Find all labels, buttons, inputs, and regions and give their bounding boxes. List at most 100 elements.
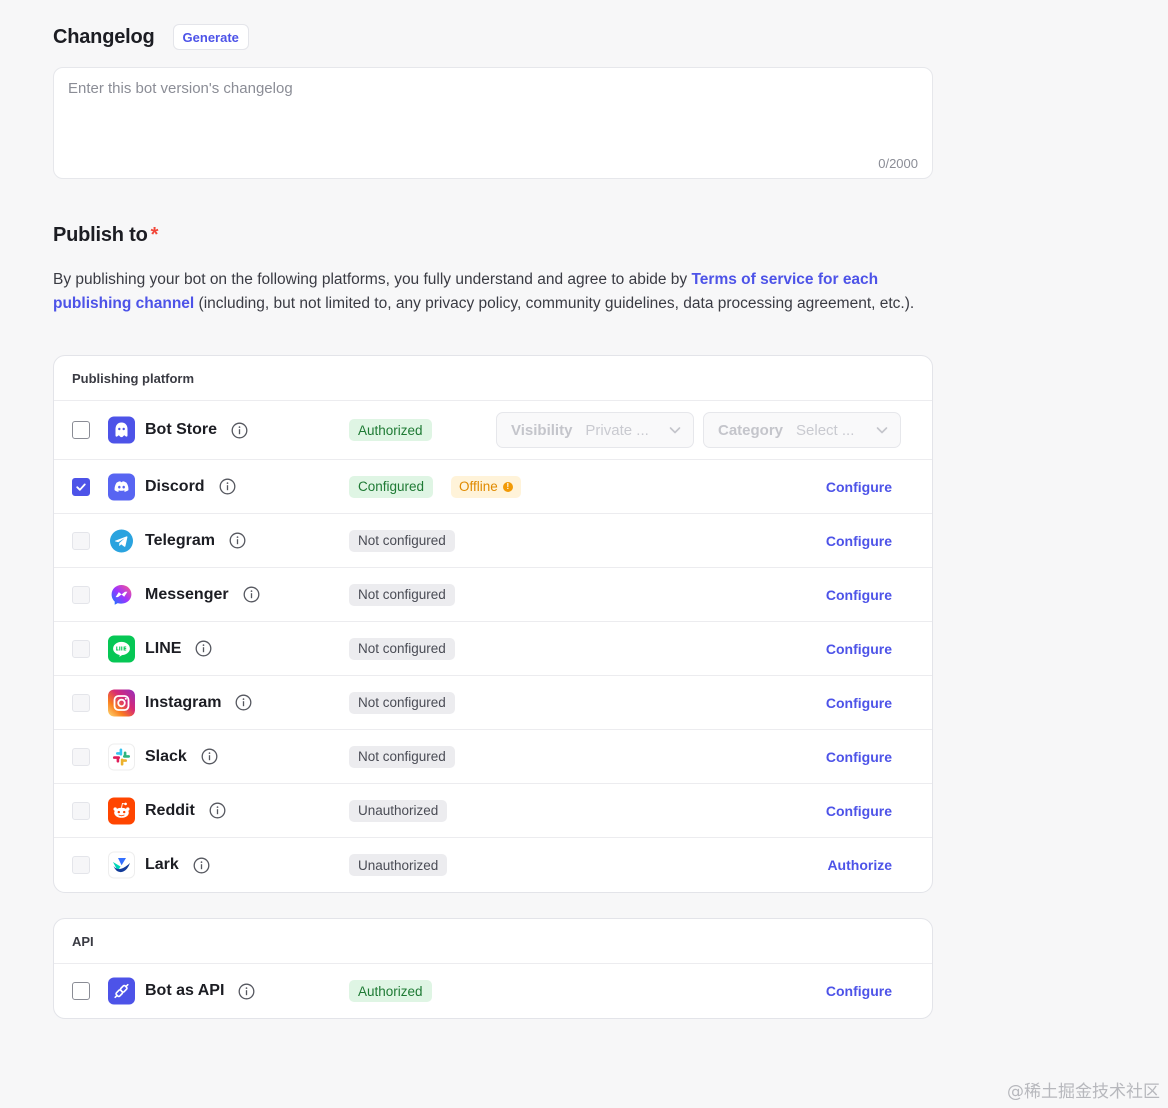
reddit-status-badge: Unauthorized — [349, 799, 448, 822]
api-header: API — [54, 919, 932, 964]
line-status-badge: Not configured — [349, 637, 455, 660]
platform-row-discord: Discord Configured Offline ! Configure — [54, 460, 932, 514]
bot-as-api-checkbox[interactable] — [72, 982, 90, 1000]
reddit-checkbox[interactable] — [72, 801, 90, 820]
visibility-label: Visibility — [511, 421, 573, 439]
info-icon[interactable] — [243, 586, 260, 603]
instagram-status-badge: Not configured — [349, 691, 455, 714]
chevron-down-icon — [876, 427, 888, 434]
messenger-name: Messenger — [145, 586, 260, 604]
changelog-placeholder: Enter this bot version's changelog — [68, 80, 293, 97]
desc-text-post: (including, but not limited to, any priv… — [194, 295, 915, 312]
bot-store-label: Bot Store — [145, 421, 217, 438]
checkmark-icon — [76, 483, 86, 491]
discord-configure-button[interactable]: Configure — [826, 479, 892, 495]
line-name: LINE — [145, 640, 212, 658]
platform-row-reddit: Reddit Unauthorized Configure — [54, 784, 932, 838]
chevron-down-icon — [669, 427, 681, 434]
bot-as-api-name: Bot as API — [145, 982, 255, 1000]
required-mark: * — [150, 224, 159, 246]
bot-as-api-status-badge: Authorized — [349, 980, 432, 1002]
category-label: Category — [718, 421, 784, 439]
platform-row-lark: Lark Unauthorized Authorize — [54, 838, 932, 892]
telegram-label: Telegram — [145, 531, 215, 549]
info-icon[interactable] — [193, 857, 210, 874]
lark-status-badge: Unauthorized — [349, 854, 448, 876]
category-value: Select ... — [796, 421, 855, 439]
slack-logo-icon — [108, 743, 135, 770]
reddit-configure-button[interactable]: Configure — [826, 803, 892, 819]
info-icon[interactable] — [231, 422, 248, 439]
platform-row-bot-as-api: Bot as API Authorized Configure — [54, 964, 932, 1018]
info-icon[interactable] — [219, 478, 236, 495]
bot-as-api-label: Bot as API — [145, 982, 225, 999]
slack-configure-button[interactable]: Configure — [826, 749, 892, 765]
instagram-configure-button[interactable]: Configure — [826, 695, 892, 711]
telegram-checkbox[interactable] — [72, 531, 90, 550]
publish-description: By publishing your bot on the following … — [53, 268, 923, 316]
lark-checkbox[interactable] — [72, 856, 90, 874]
platform-row-messenger: Messenger Not configured Configure — [54, 568, 932, 622]
telegram-logo-icon — [108, 527, 135, 554]
messenger-logo-icon — [108, 581, 135, 608]
line-logo-icon — [108, 635, 135, 662]
discord-status-badge: Configured — [349, 475, 434, 498]
slack-checkbox[interactable] — [72, 747, 90, 766]
discord-offline-badge: Offline ! — [451, 475, 521, 498]
bot-store-name: Bot Store — [145, 421, 248, 439]
changelog-header: Changelog Generate — [53, 24, 249, 50]
slack-label: Slack — [145, 747, 187, 765]
watermark: @稀土掘金技术社区 — [1007, 1082, 1160, 1102]
bot-as-api-configure-button[interactable]: Configure — [826, 983, 892, 999]
platform-row-telegram: Telegram Not configured Configure — [54, 514, 932, 568]
publishing-platform-header: Publishing platform — [54, 356, 932, 401]
slack-name: Slack — [145, 748, 218, 766]
publish-title: Publish to * — [53, 224, 158, 247]
info-icon[interactable] — [238, 983, 255, 1000]
platform-row-slack: Slack Not configured Configure — [54, 730, 932, 784]
instagram-name: Instagram — [145, 694, 252, 712]
messenger-status-badge: Not configured — [349, 583, 455, 606]
platform-row-line: LINE Not configured Configure — [54, 622, 932, 676]
telegram-status-badge: Not configured — [349, 529, 455, 552]
instagram-label: Instagram — [145, 693, 222, 711]
changelog-char-counter: 0/2000 — [878, 156, 918, 171]
lark-authorize-button[interactable]: Authorize — [827, 857, 892, 873]
publishing-platform-card: Publishing platform Bot Store Authorized… — [53, 355, 933, 893]
discord-label: Discord — [145, 477, 205, 495]
generate-button[interactable]: Generate — [172, 24, 249, 50]
messenger-configure-button[interactable]: Configure — [826, 587, 892, 603]
line-configure-button[interactable]: Configure — [826, 641, 892, 657]
desc-text-pre: By publishing your bot on the following … — [53, 271, 692, 288]
bot-store-checkbox[interactable] — [72, 421, 90, 439]
messenger-label: Messenger — [145, 585, 229, 603]
info-icon[interactable] — [201, 748, 218, 765]
info-icon[interactable] — [195, 640, 212, 657]
visibility-value: Private ... — [585, 421, 649, 439]
reddit-logo-icon — [108, 797, 135, 824]
lark-name: Lark — [145, 856, 210, 874]
bot-store-status-badge: Authorized — [349, 419, 432, 441]
info-icon[interactable] — [229, 532, 246, 549]
info-icon[interactable] — [235, 694, 252, 711]
instagram-checkbox[interactable] — [72, 693, 90, 712]
reddit-label: Reddit — [145, 801, 195, 819]
messenger-checkbox[interactable] — [72, 585, 90, 604]
lark-label: Lark — [145, 856, 179, 873]
discord-name: Discord — [145, 478, 236, 496]
platform-row-bot-store: Bot Store Authorized Visibility Private … — [54, 401, 932, 460]
warning-icon: ! — [502, 481, 513, 492]
offline-label: Offline — [459, 479, 498, 494]
line-checkbox[interactable] — [72, 639, 90, 658]
instagram-logo-icon — [108, 689, 135, 716]
slack-status-badge: Not configured — [349, 745, 455, 768]
reddit-name: Reddit — [145, 802, 226, 820]
telegram-configure-button[interactable]: Configure — [826, 533, 892, 549]
visibility-select[interactable]: Visibility Private ... — [496, 412, 694, 448]
discord-checkbox[interactable] — [72, 477, 90, 496]
info-icon[interactable] — [209, 802, 226, 819]
bot-store-logo-icon — [108, 416, 135, 444]
changelog-textarea[interactable]: Enter this bot version's changelog 0/200… — [53, 67, 933, 179]
lark-logo-icon — [108, 851, 135, 879]
category-select[interactable]: Category Select ... — [703, 412, 901, 448]
